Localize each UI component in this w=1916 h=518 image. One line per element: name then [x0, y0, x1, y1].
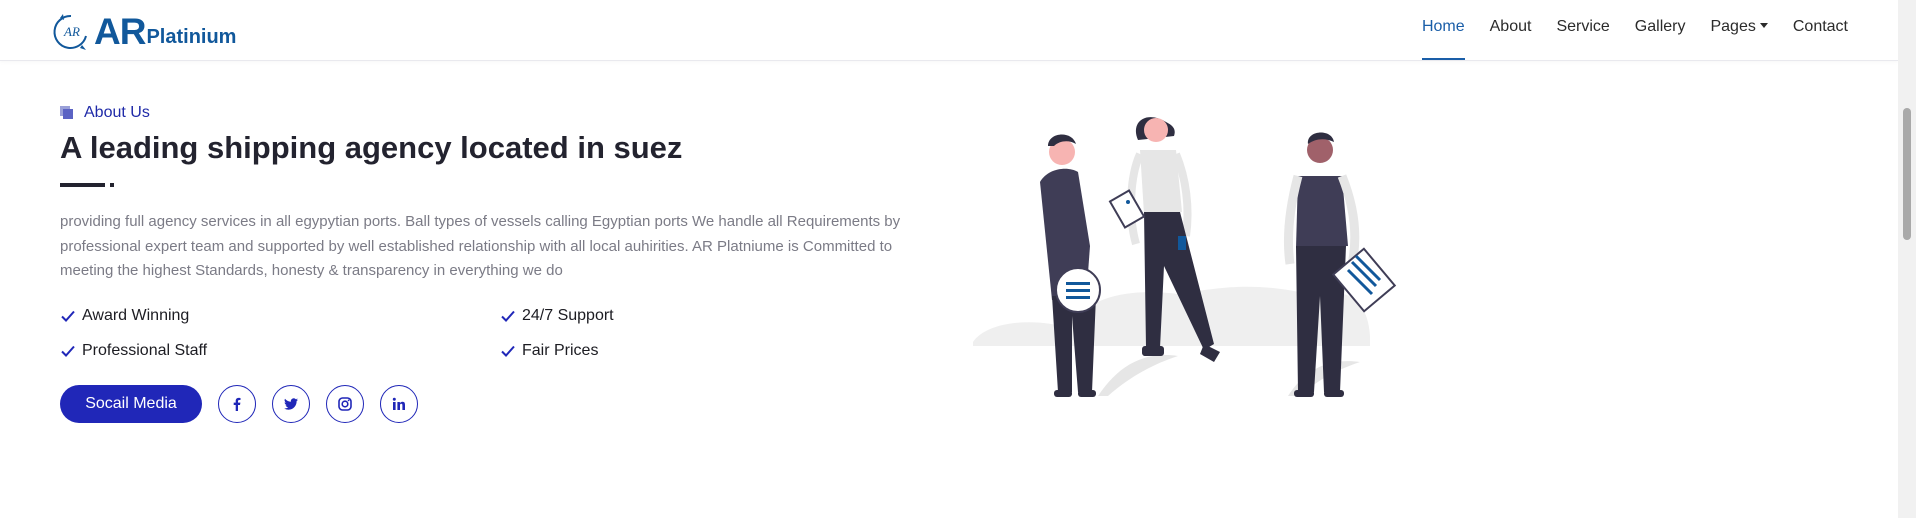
facebook-link[interactable]	[218, 385, 256, 423]
feature-support: 24/7 Support	[500, 307, 614, 325]
twitter-link[interactable]	[272, 385, 310, 423]
brand-name-sub: Platinium	[146, 26, 237, 48]
nav-gallery-link[interactable]: Gallery	[1635, 0, 1686, 60]
navbar: AR AR Platinium Home About Service Galle…	[0, 0, 1898, 61]
check-icon	[501, 345, 515, 357]
nav-home-link[interactable]: Home	[1421, 0, 1465, 60]
instagram-icon	[338, 397, 352, 411]
compass-logo-icon: AR	[53, 14, 87, 50]
logo-monogram: AR	[63, 24, 80, 39]
nav-contact-link[interactable]: Contact	[1793, 0, 1848, 60]
social-media-button[interactable]: Socail Media	[60, 385, 202, 423]
eyebrow-label: About Us	[84, 104, 150, 121]
title-underline	[60, 183, 105, 187]
main-nav: Home About Service Gallery Pages Contact	[1397, 0, 1848, 60]
feature-label: Professional Staff	[82, 342, 208, 359]
section-title: A leading shipping agency located in sue…	[60, 130, 683, 165]
feature-label: Award Winning	[82, 307, 190, 324]
feature-label: 24/7 Support	[522, 307, 614, 324]
nav-service-link[interactable]: Service	[1556, 0, 1609, 60]
brand-logo-link[interactable]: AR AR Platinium	[52, 6, 236, 52]
feature-professional-staff: Professional Staff	[60, 342, 207, 360]
nav-about-link[interactable]: About	[1490, 0, 1532, 60]
nav-pages-dropdown[interactable]: Pages	[1710, 0, 1768, 60]
twitter-icon	[284, 398, 298, 410]
about-description: providing full agency services in all eg…	[60, 213, 901, 279]
stacked-squares-icon	[60, 106, 73, 119]
linkedin-icon	[392, 397, 405, 410]
section-eyebrow: About Us	[60, 104, 150, 122]
caret-down-icon	[1759, 23, 1768, 28]
page-scrollbar[interactable]	[1898, 0, 1916, 518]
person-left	[1040, 134, 1101, 397]
brand-name-main: AR	[94, 11, 146, 52]
person-right	[1283, 132, 1397, 397]
feature-label: Fair Prices	[522, 342, 599, 359]
title-underline-dot	[110, 183, 114, 187]
check-icon	[501, 310, 515, 322]
instagram-link[interactable]	[326, 385, 364, 423]
linkedin-link[interactable]	[380, 385, 418, 423]
check-icon	[61, 310, 75, 322]
facebook-icon	[233, 397, 241, 411]
feature-fair-prices: Fair Prices	[500, 342, 598, 360]
check-icon	[61, 345, 75, 357]
nav-pages-label: Pages	[1710, 18, 1756, 35]
scrollbar-thumb[interactable]	[1903, 108, 1911, 240]
feature-award-winning: Award Winning	[60, 307, 189, 325]
team-illustration	[973, 117, 1397, 397]
